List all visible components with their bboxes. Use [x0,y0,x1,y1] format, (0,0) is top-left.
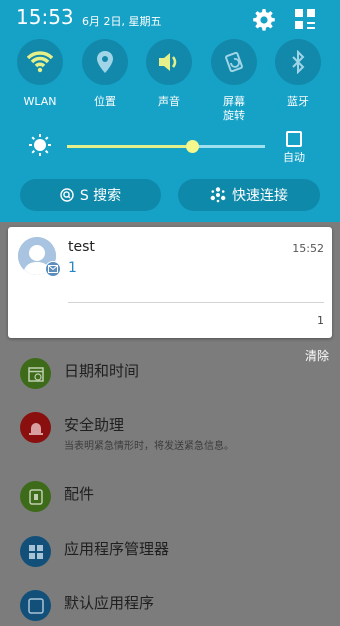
wifi-icon [17,39,63,85]
search-icon [60,188,74,202]
brightness-icon [28,133,52,157]
status-time: 15:53 [16,5,74,29]
toggle-location[interactable]: 位置 [75,39,135,109]
message-badge-icon [45,261,61,277]
brightness-slider-fill [67,145,192,148]
s-search-button[interactable]: S 搜索 [20,179,161,211]
gear-icon[interactable] [252,8,276,32]
settings-item-title: 日期和时间 [64,362,140,380]
notification-title: test [68,239,95,255]
settings-item-app-manager[interactable]: 应用程序管理器 [0,532,340,572]
settings-item-title: 应用程序管理器 [64,540,170,558]
toggle-label: 屏幕 旋转 [223,95,245,122]
accessory-icon [20,481,51,512]
settings-item-date-time[interactable]: 日期和时间 [0,354,340,394]
auto-brightness-label: 自动 [283,151,305,164]
notification-time: 15:52 [292,242,324,255]
settings-item-default-apps[interactable]: 默认应用程序 [0,586,340,626]
toggle-label: 蓝牙 [287,95,309,108]
toggle-bluetooth[interactable]: 蓝牙 [268,39,328,109]
notification-body: 1 [68,260,77,276]
settings-item-title: 安全助理 [64,416,125,434]
auto-brightness-checkbox[interactable] [286,131,302,147]
s-search-label: S 搜索 [79,188,122,204]
calendar-clock-icon [20,358,51,389]
quick-connect-icon [210,187,226,203]
toggle-sound[interactable]: 声音 [139,39,199,109]
bluetooth-icon [275,39,321,85]
brightness-slider-thumb[interactable] [185,140,199,153]
settings-item-accessories[interactable]: 配件 [0,477,340,517]
brightness-slider[interactable] [67,140,265,153]
notification-count: 1 [317,314,324,327]
toggle-label: WLAN [23,95,57,108]
toggle-label: 位置 [94,95,116,108]
volume-icon [146,39,192,85]
notification-card[interactable]: test 1 15:52 1 [8,227,332,338]
screen-rotation-icon [211,39,257,85]
settings-item-safety-assistance[interactable]: 安全助理 当表明紧急情形时，将发送紧急信息。 [0,408,340,452]
location-pin-icon [82,39,128,85]
settings-item-subtitle: 当表明紧急情形时，将发送紧急信息。 [64,441,234,452]
status-date: 6月 2日, 星期五 [82,15,162,28]
divider [68,302,324,303]
toggle-label: 声音 [158,95,180,108]
quick-connect-button[interactable]: 快速连接 [178,179,320,211]
default-apps-icon [20,590,51,621]
settings-item-title: 配件 [64,485,95,503]
toggle-wlan[interactable]: WLAN [10,39,70,109]
toggle-screen-rotation[interactable]: 屏幕 旋转 [204,39,264,123]
alert-siren-icon [20,412,51,443]
apps-grid-icon [20,536,51,567]
settings-item-title: 默认应用程序 [64,594,155,612]
quick-connect-label: 快速连接 [232,188,288,204]
notification-shade: 15:53 6月 2日, 星期五 WLAN 位置 声音 屏幕 旋转 蓝牙 自动 … [0,0,340,222]
edit-grid-icon[interactable] [294,8,316,30]
